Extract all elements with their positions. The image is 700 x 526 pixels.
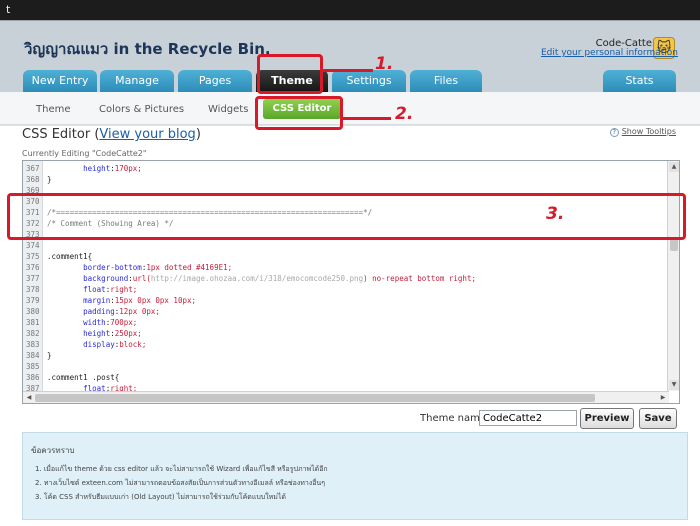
code-line[interactable]: 383 display:block; <box>23 339 146 350</box>
annotation-marker-3: 3. <box>546 204 565 224</box>
code-line[interactable]: 377 background:url(http://image.ohozaa.c… <box>23 273 476 284</box>
code-line[interactable]: 385 <box>23 361 47 372</box>
show-tooltips-label: Show Tooltips <box>621 127 676 136</box>
notes-title: ข้อควรทราบ <box>31 446 75 455</box>
line-number: 377 <box>26 274 40 283</box>
tab-pages[interactable]: Pages <box>178 70 252 92</box>
line-number: 386 <box>26 373 40 382</box>
horizontal-scrollbar[interactable]: ◀ ▶ <box>23 391 669 403</box>
line-number: 382 <box>26 329 40 338</box>
page-title-text: CSS Editor ( <box>22 127 100 142</box>
scroll-right-icon[interactable]: ▶ <box>658 393 668 403</box>
note-item: 3. โค้ด CSS สำหรับธีมแบบเก่า (Old Layout… <box>35 493 286 501</box>
preview-button[interactable]: Preview <box>580 408 634 429</box>
line-number: 384 <box>26 351 40 360</box>
code-line[interactable]: 386 .comment1 .post{ <box>23 372 119 383</box>
code-text[interactable]: margin:15px 0px 0px 10px; <box>43 296 196 305</box>
line-number: 379 <box>26 296 40 305</box>
code-text[interactable]: background:url(http://image.ohozaa.com/i… <box>43 274 476 283</box>
code-line[interactable]: 380 padding:12px 0px; <box>23 306 160 317</box>
currently-editing-label: Currently Editing "CodeCatte2" <box>22 149 147 158</box>
tab-manage[interactable]: Manage <box>100 70 174 92</box>
line-number: 383 <box>26 340 40 349</box>
code-line[interactable]: 378 float:right; <box>23 284 137 295</box>
line-number: 385 <box>26 362 40 371</box>
code-text[interactable]: display:block; <box>43 340 146 349</box>
help-icon: ? <box>609 128 619 137</box>
code-text[interactable]: float:right; <box>43 285 137 294</box>
line-number: 381 <box>26 318 40 327</box>
code-line[interactable]: 381 width:700px; <box>23 317 137 328</box>
tab-stats[interactable]: Stats <box>603 70 676 92</box>
notes-box: ข้อควรทราบ 1. เมื่อแก้ไข theme ด้วย css … <box>22 432 688 520</box>
scroll-up-icon[interactable]: ▲ <box>669 162 679 172</box>
line-number: 378 <box>26 285 40 294</box>
code-line[interactable]: 384} <box>23 350 52 361</box>
annotation-marker-1: 1. <box>375 54 394 74</box>
tab-files[interactable]: Files <box>410 70 482 92</box>
edit-personal-info-link[interactable]: Edit your personal information <box>541 48 678 58</box>
page-title-close: ) <box>195 127 201 142</box>
line-number: 375 <box>26 252 40 261</box>
annotation-line-2 <box>343 117 391 120</box>
highlight-box-css-editor <box>255 96 343 130</box>
note-item: 1. เมื่อแก้ไข theme ด้วย css editor แล้ว… <box>35 465 328 473</box>
page-title: CSS Editor (View your blog) <box>22 127 201 142</box>
highlight-box-theme-tab <box>257 54 323 94</box>
code-text[interactable]: .comment1 .post{ <box>43 373 119 382</box>
save-button[interactable]: Save <box>639 408 677 429</box>
line-number: 368 <box>26 175 40 184</box>
code-text[interactable] <box>43 362 47 371</box>
line-number: 367 <box>26 164 40 173</box>
window-titlebar: t <box>0 0 700 20</box>
code-line[interactable]: 382 height:250px; <box>23 328 142 339</box>
code-line[interactable]: 376 border-bottom:1px dotted #4169E1; <box>23 262 232 273</box>
subtab-theme[interactable]: Theme <box>36 104 71 115</box>
code-text[interactable]: .comment1{ <box>43 252 92 261</box>
code-line[interactable]: 374 <box>23 240 47 251</box>
code-text[interactable] <box>43 241 47 250</box>
scroll-down-icon[interactable]: ▼ <box>669 380 679 390</box>
code-text[interactable]: border-bottom:1px dotted #4169E1; <box>43 263 232 272</box>
theme-name-input[interactable] <box>479 410 577 426</box>
subtab-colors-pictures[interactable]: Colors & Pictures <box>99 104 184 115</box>
code-text[interactable]: padding:12px 0px; <box>43 307 160 316</box>
note-item: 2. ทางเว็บไซต์ exteen.com ไม่สามารถตอบข้… <box>35 479 325 487</box>
code-line[interactable]: 375 .comment1{ <box>23 251 92 262</box>
subtab-widgets[interactable]: Widgets <box>208 104 248 115</box>
view-blog-link[interactable]: View your blog <box>99 127 195 142</box>
scroll-left-icon[interactable]: ◀ <box>24 393 34 403</box>
show-tooltips-link[interactable]: ? Show Tooltips <box>609 127 676 137</box>
line-number: 376 <box>26 263 40 272</box>
code-line[interactable]: 368} <box>23 174 52 185</box>
line-number: 380 <box>26 307 40 316</box>
annotation-line-1 <box>323 69 373 72</box>
tab-new-entry[interactable]: New Entry <box>23 70 97 92</box>
blog-title: วิญญาณแมว in the Recycle Bin. <box>24 40 271 58</box>
code-text[interactable]: height:250px; <box>43 329 142 338</box>
code-text[interactable]: width:700px; <box>43 318 137 327</box>
tab-settings[interactable]: Settings <box>332 70 406 92</box>
line-number: 374 <box>26 241 40 250</box>
horizontal-scroll-thumb[interactable] <box>35 394 595 402</box>
code-text[interactable]: height:170px; <box>43 164 142 173</box>
code-line[interactable]: 379 margin:15px 0px 0px 10px; <box>23 295 196 306</box>
code-text[interactable]: } <box>43 175 52 184</box>
highlight-box-comment-lines <box>7 193 686 240</box>
code-text[interactable]: } <box>43 351 52 360</box>
window-title: t <box>6 3 11 16</box>
annotation-marker-2: 2. <box>395 104 414 124</box>
code-line[interactable]: 367 height:170px; <box>23 163 142 174</box>
